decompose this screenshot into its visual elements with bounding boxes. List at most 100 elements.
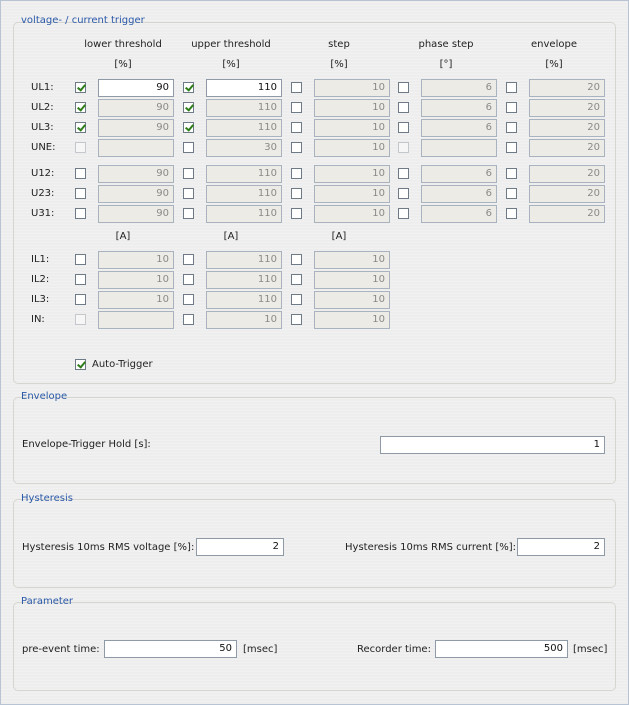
input-une-step[interactable]: 10 bbox=[314, 139, 390, 157]
checkbox-une-step[interactable] bbox=[291, 142, 302, 153]
checkbox-il1-upper-threshold[interactable] bbox=[183, 254, 194, 265]
input-u12-phase-step[interactable]: 6 bbox=[421, 165, 497, 183]
input-ul3-lower-threshold[interactable]: 90 bbox=[98, 119, 174, 137]
checkbox-u23-step[interactable] bbox=[291, 188, 302, 199]
input-il3-upper-threshold[interactable]: 110 bbox=[206, 291, 282, 309]
checkbox-in-step[interactable] bbox=[291, 314, 302, 325]
input-il2-step[interactable]: 10 bbox=[314, 271, 390, 289]
input-il3-step[interactable]: 10 bbox=[314, 291, 390, 309]
checkbox-ul2-upper-threshold[interactable] bbox=[183, 102, 194, 113]
input-il1-lower-threshold[interactable]: 10 bbox=[98, 251, 174, 269]
checkbox-ul3-phase-step[interactable] bbox=[398, 122, 409, 133]
recorder-time-input[interactable]: 500 bbox=[435, 640, 568, 658]
envelope-hold-label: Envelope-Trigger Hold [s]: bbox=[22, 439, 151, 450]
checkbox-u31-phase-step[interactable] bbox=[398, 208, 409, 219]
input-ul2-lower-threshold[interactable]: 90 bbox=[98, 99, 174, 117]
hysteresis-voltage-label: Hysteresis 10ms RMS voltage [%]: bbox=[22, 542, 195, 553]
checkbox-u23-lower-threshold[interactable] bbox=[75, 188, 86, 199]
checkbox-ul3-lower-threshold[interactable] bbox=[75, 122, 86, 133]
checkbox-u23-phase-step[interactable] bbox=[398, 188, 409, 199]
input-u23-step[interactable]: 10 bbox=[314, 185, 390, 203]
checkbox-u31-envelope[interactable] bbox=[506, 208, 517, 219]
checkbox-u12-step[interactable] bbox=[291, 168, 302, 179]
input-ul1-upper-threshold[interactable]: 110 bbox=[206, 79, 282, 97]
checkbox-ul2-phase-step[interactable] bbox=[398, 102, 409, 113]
input-u31-lower-threshold[interactable]: 90 bbox=[98, 205, 174, 223]
auto-trigger-checkbox[interactable] bbox=[75, 359, 86, 370]
input-u23-envelope[interactable]: 20 bbox=[529, 185, 605, 203]
input-ul2-step[interactable]: 10 bbox=[314, 99, 390, 117]
checkbox-u31-lower-threshold[interactable] bbox=[75, 208, 86, 219]
input-il3-lower-threshold[interactable]: 10 bbox=[98, 291, 174, 309]
hysteresis-current-input[interactable]: 2 bbox=[517, 538, 605, 556]
checkbox-u12-phase-step[interactable] bbox=[398, 168, 409, 179]
checkbox-il3-lower-threshold[interactable] bbox=[75, 294, 86, 305]
input-u31-step[interactable]: 10 bbox=[314, 205, 390, 223]
input-u12-step[interactable]: 10 bbox=[314, 165, 390, 183]
input-une-lower-threshold[interactable] bbox=[98, 139, 174, 157]
input-une-envelope[interactable]: 20 bbox=[529, 139, 605, 157]
input-u23-upper-threshold[interactable]: 110 bbox=[206, 185, 282, 203]
input-ul2-phase-step[interactable]: 6 bbox=[421, 99, 497, 117]
checkbox-u12-lower-threshold[interactable] bbox=[75, 168, 86, 179]
input-ul1-step[interactable]: 10 bbox=[314, 79, 390, 97]
input-ul2-upper-threshold[interactable]: 110 bbox=[206, 99, 282, 117]
envelope-hold-input[interactable]: 1 bbox=[380, 436, 605, 454]
input-ul3-envelope[interactable]: 20 bbox=[529, 119, 605, 137]
input-in-step[interactable]: 10 bbox=[314, 311, 390, 329]
checkbox-ul3-envelope[interactable] bbox=[506, 122, 517, 133]
pre-event-input[interactable]: 50 bbox=[104, 640, 237, 658]
checkbox-une-envelope[interactable] bbox=[506, 142, 517, 153]
checkbox-ul1-lower-threshold[interactable] bbox=[75, 82, 86, 93]
input-ul2-envelope[interactable]: 20 bbox=[529, 99, 605, 117]
input-ul1-lower-threshold[interactable]: 90 bbox=[98, 79, 174, 97]
checkbox-ul2-step[interactable] bbox=[291, 102, 302, 113]
input-u31-upper-threshold[interactable]: 110 bbox=[206, 205, 282, 223]
checkbox-il1-step[interactable] bbox=[291, 254, 302, 265]
checkbox-il3-upper-threshold[interactable] bbox=[183, 294, 194, 305]
checkbox-il2-step[interactable] bbox=[291, 274, 302, 285]
input-in-lower-threshold[interactable] bbox=[98, 311, 174, 329]
input-une-phase-step[interactable] bbox=[421, 139, 497, 157]
checkbox-ul3-step[interactable] bbox=[291, 122, 302, 133]
pre-event-unit: [msec] bbox=[243, 644, 278, 655]
input-u23-phase-step[interactable]: 6 bbox=[421, 185, 497, 203]
input-ul1-phase-step[interactable]: 6 bbox=[421, 79, 497, 97]
checkbox-in-upper-threshold[interactable] bbox=[183, 314, 194, 325]
checkbox-u12-upper-threshold[interactable] bbox=[183, 168, 194, 179]
checkbox-u31-step[interactable] bbox=[291, 208, 302, 219]
checkbox-ul1-phase-step[interactable] bbox=[398, 82, 409, 93]
checkbox-ul1-upper-threshold[interactable] bbox=[183, 82, 194, 93]
checkbox-u23-envelope[interactable] bbox=[506, 188, 517, 199]
checkbox-il2-upper-threshold[interactable] bbox=[183, 274, 194, 285]
input-in-upper-threshold[interactable]: 10 bbox=[206, 311, 282, 329]
input-il1-step[interactable]: 10 bbox=[314, 251, 390, 269]
input-u12-envelope[interactable]: 20 bbox=[529, 165, 605, 183]
checkbox-u23-upper-threshold[interactable] bbox=[183, 188, 194, 199]
input-ul3-phase-step[interactable]: 6 bbox=[421, 119, 497, 137]
input-ul1-envelope[interactable]: 20 bbox=[529, 79, 605, 97]
input-u31-phase-step[interactable]: 6 bbox=[421, 205, 497, 223]
checkbox-ul3-upper-threshold[interactable] bbox=[183, 122, 194, 133]
checkbox-ul2-envelope[interactable] bbox=[506, 102, 517, 113]
checkbox-il2-lower-threshold[interactable] bbox=[75, 274, 86, 285]
hysteresis-voltage-input[interactable]: 2 bbox=[196, 538, 284, 556]
input-u23-lower-threshold[interactable]: 90 bbox=[98, 185, 174, 203]
input-il2-upper-threshold[interactable]: 110 bbox=[206, 271, 282, 289]
checkbox-u12-envelope[interactable] bbox=[506, 168, 517, 179]
checkbox-il1-lower-threshold[interactable] bbox=[75, 254, 86, 265]
input-u31-envelope[interactable]: 20 bbox=[529, 205, 605, 223]
input-il1-upper-threshold[interactable]: 110 bbox=[206, 251, 282, 269]
input-il2-lower-threshold[interactable]: 10 bbox=[98, 271, 174, 289]
input-une-upper-threshold[interactable]: 30 bbox=[206, 139, 282, 157]
input-u12-upper-threshold[interactable]: 110 bbox=[206, 165, 282, 183]
checkbox-il3-step[interactable] bbox=[291, 294, 302, 305]
checkbox-ul2-lower-threshold[interactable] bbox=[75, 102, 86, 113]
checkbox-ul1-step[interactable] bbox=[291, 82, 302, 93]
checkbox-u31-upper-threshold[interactable] bbox=[183, 208, 194, 219]
input-ul3-step[interactable]: 10 bbox=[314, 119, 390, 137]
checkbox-ul1-envelope[interactable] bbox=[506, 82, 517, 93]
checkbox-une-upper-threshold[interactable] bbox=[183, 142, 194, 153]
input-u12-lower-threshold[interactable]: 90 bbox=[98, 165, 174, 183]
input-ul3-upper-threshold[interactable]: 110 bbox=[206, 119, 282, 137]
